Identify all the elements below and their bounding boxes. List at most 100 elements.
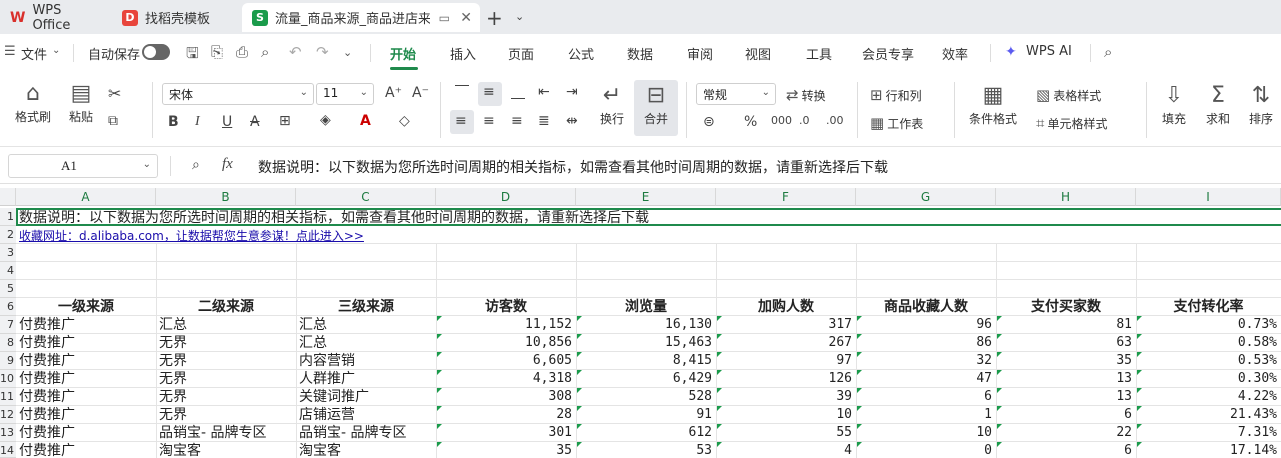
table-cell[interactable]: 6,429 [579, 370, 712, 388]
conditional-format-button[interactable]: ▦ 条件格式 [960, 82, 1026, 127]
header-buyers[interactable]: 支付买家数 [996, 298, 1136, 316]
table-style-button[interactable]: ▧ 表格样式 [1036, 86, 1101, 104]
table-cell[interactable]: 付费推广 [19, 334, 152, 352]
border-icon[interactable]: ⊞ [279, 113, 291, 129]
copy-icon[interactable]: ⧉ [108, 113, 118, 129]
table-cell[interactable]: 付费推广 [19, 316, 152, 334]
row-header[interactable]: 10 [0, 370, 16, 388]
table-cell[interactable]: 品销宝- 品牌专区 [159, 424, 292, 442]
table-cell[interactable]: 无界 [159, 334, 292, 352]
table-cell[interactable]: 人群推广 [299, 370, 432, 388]
table-cell[interactable]: 17.14% [1139, 442, 1277, 458]
row-header[interactable]: 9 [0, 352, 16, 370]
row-header[interactable]: 13 [0, 424, 16, 442]
table-cell[interactable]: 267 [719, 334, 852, 352]
wrap-text-button[interactable]: ↵ 换行 [594, 82, 630, 127]
font-name-select[interactable]: 宋体 ⌄ [162, 83, 314, 105]
menu-file[interactable]: 文件 [21, 44, 47, 63]
print-preview-icon[interactable]: ⌕ [261, 43, 269, 61]
strikethrough-icon[interactable]: A [250, 114, 260, 130]
close-icon[interactable]: ✕ [460, 10, 472, 26]
table-cell[interactable]: 612 [579, 424, 712, 442]
fill-button[interactable]: ⇩ 填充 [1154, 82, 1194, 127]
select-all-corner[interactable] [0, 188, 16, 206]
font-size-select[interactable]: 11 ⌄ [316, 83, 374, 105]
row-header[interactable]: 4 [0, 262, 16, 280]
column-header-i[interactable]: I [1136, 188, 1281, 206]
number-format-select[interactable]: 常规 ⌄ [696, 83, 776, 105]
currency-icon[interactable]: ⊜ [703, 114, 715, 130]
table-cell[interactable]: 4,318 [439, 370, 572, 388]
table-cell[interactable]: 11,152 [439, 316, 572, 334]
menu-formula[interactable]: 公式 [568, 44, 594, 63]
align-top-icon[interactable]: ⎺ [455, 84, 469, 100]
menu-view[interactable]: 视图 [745, 44, 771, 63]
indent-increase-icon[interactable]: ⇥ [566, 84, 578, 100]
table-cell[interactable]: 21.43% [1139, 406, 1277, 424]
table-cell[interactable]: 47 [859, 370, 992, 388]
tab-docer-templates[interactable]: D 找稻壳模板 [112, 3, 237, 32]
table-cell[interactable]: 付费推广 [19, 424, 152, 442]
italic-icon[interactable]: I [195, 114, 200, 130]
new-tab-icon[interactable]: + [486, 6, 503, 30]
table-cell[interactable]: 汇总 [299, 316, 432, 334]
table-cell[interactable]: 86 [859, 334, 992, 352]
redo-icon[interactable]: ↷ [316, 43, 329, 61]
menu-efficiency[interactable]: 效率 [942, 44, 968, 63]
table-cell[interactable]: 308 [439, 388, 572, 406]
table-cell[interactable]: 无界 [159, 370, 292, 388]
column-header-b[interactable]: B [156, 188, 296, 206]
align-middle-icon[interactable]: ≡ [483, 84, 495, 100]
menu-tools[interactable]: 工具 [806, 44, 832, 63]
table-cell[interactable]: 6 [999, 442, 1132, 458]
table-cell[interactable]: 8,415 [579, 352, 712, 370]
header-pageviews[interactable]: 浏览量 [576, 298, 716, 316]
hamburger-icon[interactable]: ☰ [4, 44, 16, 59]
bold-icon[interactable]: B [168, 114, 179, 130]
decrease-decimal-icon[interactable]: .00 [826, 114, 844, 127]
sort-button[interactable]: ⇅ 排序 [1242, 82, 1280, 127]
save-icon[interactable]: 🖫 [186, 43, 199, 68]
autosave-toggle[interactable] [142, 44, 170, 60]
table-cell[interactable]: 39 [719, 388, 852, 406]
table-cell[interactable]: 汇总 [299, 334, 432, 352]
table-cell[interactable]: 无界 [159, 406, 292, 424]
table-cell[interactable]: 1 [859, 406, 992, 424]
table-cell[interactable]: 无界 [159, 388, 292, 406]
column-header-f[interactable]: F [716, 188, 856, 206]
table-cell[interactable]: 10,856 [439, 334, 572, 352]
header-conversion-rate[interactable]: 支付转化率 [1136, 298, 1281, 316]
menu-insert[interactable]: 插入 [450, 44, 476, 63]
table-cell[interactable]: 0.30% [1139, 370, 1277, 388]
align-left-icon[interactable]: ≡ [455, 113, 467, 129]
table-cell[interactable]: 317 [719, 316, 852, 334]
align-right-icon[interactable]: ≡ [511, 113, 523, 129]
table-cell[interactable]: 81 [999, 316, 1132, 334]
row-header[interactable]: 3 [0, 244, 16, 262]
fill-color-icon[interactable]: ◈ [320, 112, 331, 128]
table-cell[interactable]: 32 [859, 352, 992, 370]
cell-style-button[interactable]: ⌗ 单元格样式 [1036, 114, 1107, 132]
table-cell[interactable]: 0.58% [1139, 334, 1277, 352]
export-pdf-icon[interactable]: ⎘ [211, 43, 223, 61]
distributed-icon[interactable]: ⇹ [566, 113, 578, 129]
table-cell[interactable]: 6 [999, 406, 1132, 424]
name-box[interactable]: A1 ⌄ [8, 154, 158, 178]
column-header-h[interactable]: H [996, 188, 1136, 206]
font-color-icon[interactable]: A [360, 113, 371, 129]
format-painter-button[interactable]: ⌂ 格式刷 [10, 80, 56, 125]
table-cell[interactable]: 97 [719, 352, 852, 370]
table-cell[interactable]: 付费推广 [19, 406, 152, 424]
table-cell[interactable]: 55 [719, 424, 852, 442]
table-cell[interactable]: 4.22% [1139, 388, 1277, 406]
function-icon[interactable]: fx [222, 156, 233, 173]
table-cell[interactable]: 126 [719, 370, 852, 388]
row-header[interactable]: 14 [0, 442, 16, 458]
table-cell[interactable]: 0.73% [1139, 316, 1277, 334]
table-cell[interactable]: 13 [999, 388, 1132, 406]
menu-home[interactable]: 开始 [390, 44, 416, 63]
cut-icon[interactable]: ✂ [108, 84, 121, 103]
increase-decimal-icon[interactable]: .0 [799, 114, 810, 127]
print-icon[interactable]: ⎙ [236, 43, 248, 61]
cell-a2-link[interactable]: 收藏网址：d.alibaba.com，让数据帮您生意参谋！点此进入>> [19, 227, 619, 245]
